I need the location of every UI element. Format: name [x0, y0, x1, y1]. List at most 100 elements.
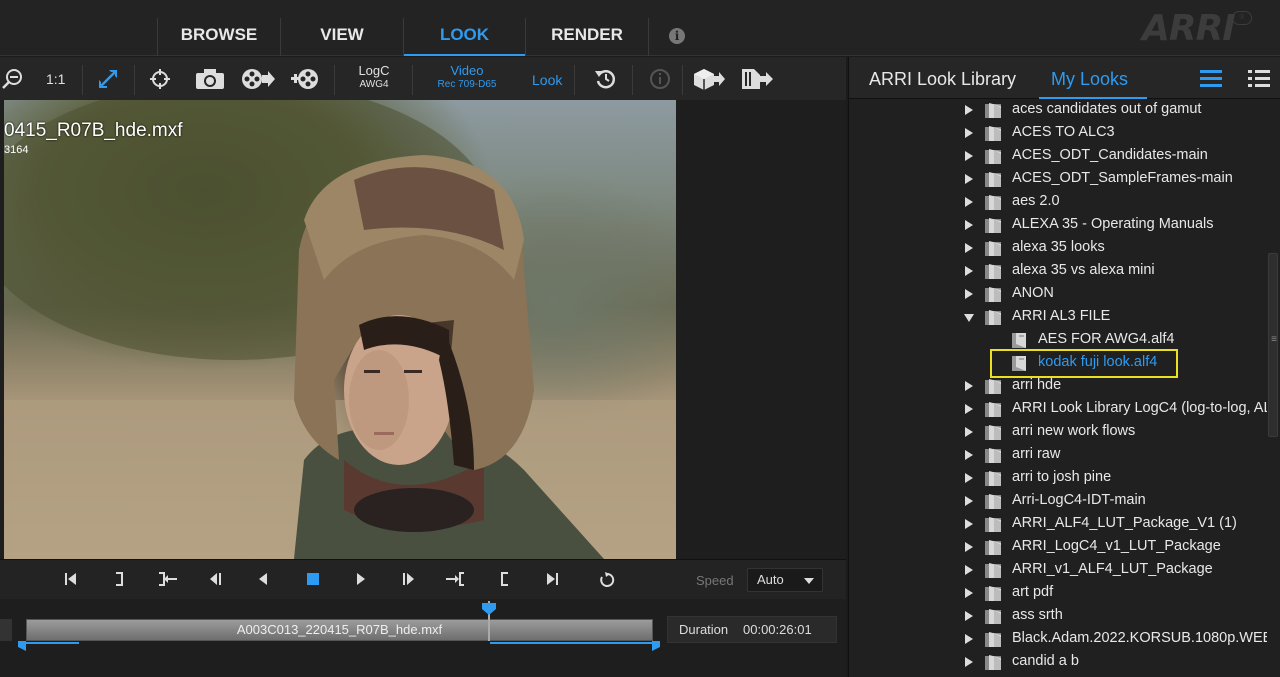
expand-right-icon[interactable]	[965, 197, 973, 207]
folder-icon	[984, 102, 1004, 119]
folder-item[interactable]: alexa 35 looks	[849, 237, 1267, 260]
folder-icon	[984, 608, 1004, 625]
expand-right-icon[interactable]	[965, 565, 973, 575]
mark-in-icon[interactable]	[497, 572, 513, 588]
tab-look[interactable]: LOOK	[404, 0, 525, 56]
tree-view-icon[interactable]	[1200, 70, 1222, 88]
expand-right-icon[interactable]	[965, 174, 973, 184]
step-back-icon[interactable]	[207, 572, 223, 588]
expand-right-icon[interactable]	[965, 496, 973, 506]
reel-export-icon[interactable]	[238, 66, 276, 92]
video-display-button[interactable]: Video Rec 709-D65	[430, 64, 504, 92]
folder-item[interactable]: arri hde	[849, 375, 1267, 398]
info-icon[interactable]: i	[669, 28, 685, 44]
reel-add-icon[interactable]	[290, 66, 324, 92]
tab-view[interactable]: VIEW	[281, 0, 403, 56]
playhead-handle[interactable]	[482, 603, 496, 615]
loop-icon[interactable]	[598, 572, 616, 588]
expand-right-icon[interactable]	[965, 450, 973, 460]
expand-right-icon[interactable]	[965, 381, 973, 391]
go-to-out-icon[interactable]	[158, 572, 178, 588]
tab-my-looks[interactable]: My Looks	[1051, 69, 1128, 90]
folder-item[interactable]: arri to josh pine	[849, 467, 1267, 490]
list-view-icon[interactable]	[1248, 70, 1270, 88]
folder-item[interactable]: ARRI AL3 FILE	[849, 306, 1267, 329]
expand-right-icon[interactable]	[965, 473, 973, 483]
logc-display-button[interactable]: LogC AWG4	[354, 64, 394, 92]
cube-export-icon[interactable]	[692, 66, 726, 92]
play-icon[interactable]	[353, 572, 369, 588]
expand-right-icon[interactable]	[965, 519, 973, 529]
look-toggle-button[interactable]: Look	[532, 73, 562, 87]
tab-arri-look-library[interactable]: ARRI Look Library	[869, 69, 1016, 90]
step-forward-icon[interactable]	[401, 572, 417, 588]
tree-scrollbar[interactable]	[1268, 253, 1279, 437]
tree-item-label: ass srth	[1012, 607, 1063, 623]
expand-right-icon[interactable]	[965, 220, 973, 230]
folder-item[interactable]: ARRI_ALF4_LUT_Package_V1 (1)	[849, 513, 1267, 536]
camera-icon[interactable]	[194, 66, 226, 92]
expand-right-icon[interactable]	[965, 588, 973, 598]
folder-item[interactable]: alexa 35 vs alexa mini	[849, 260, 1267, 283]
toolbar-divider	[574, 65, 575, 95]
folder-item[interactable]: Arri-LogC4-IDT-main	[849, 490, 1267, 513]
folder-item[interactable]: ACES_ODT_SampleFrames-main	[849, 168, 1267, 191]
stop-icon[interactable]	[305, 572, 321, 588]
folder-item[interactable]: candid a b	[849, 651, 1267, 674]
folder-item[interactable]: Black.Adam.2022.KORSUB.1080p.WEBR	[849, 628, 1267, 651]
folder-icon	[984, 378, 1004, 395]
clip-info-icon	[646, 66, 674, 92]
clip-export-icon[interactable]	[740, 66, 774, 92]
transport-bar: Speed Auto	[0, 559, 846, 599]
folder-item[interactable]: arri new work flows	[849, 421, 1267, 444]
expand-down-icon[interactable]	[964, 314, 974, 322]
folder-item[interactable]: ANON	[849, 283, 1267, 306]
folder-item[interactable]: aes 2.0	[849, 191, 1267, 214]
viewer-image-area[interactable]: 0415_R07B_hde.mxf 3164	[0, 100, 846, 559]
speed-dropdown[interactable]: Auto	[747, 568, 823, 592]
out-point-handle[interactable]	[652, 641, 660, 651]
expand-right-icon[interactable]	[965, 128, 973, 138]
go-to-start-icon[interactable]	[63, 572, 79, 588]
folder-item[interactable]: ARRI Look Library LogC4 (log-to-log, AL	[849, 398, 1267, 421]
expand-right-icon[interactable]	[965, 404, 973, 414]
zoom-out-icon[interactable]	[0, 66, 26, 92]
tab-render[interactable]: RENDER	[526, 0, 648, 56]
expand-right-icon[interactable]	[965, 657, 973, 667]
folder-item[interactable]: ARRI_v1_ALF4_LUT_Package	[849, 559, 1267, 582]
play-reverse-icon[interactable]	[255, 572, 271, 588]
expand-right-icon[interactable]	[965, 427, 973, 437]
fit-icon[interactable]	[94, 66, 122, 92]
history-icon[interactable]	[592, 66, 620, 92]
duration-display: Duration 00:00:26:01	[667, 616, 837, 643]
expand-right-icon[interactable]	[965, 289, 973, 299]
expand-right-icon[interactable]	[965, 634, 973, 644]
expand-right-icon[interactable]	[965, 243, 973, 253]
in-point-handle[interactable]	[18, 641, 26, 651]
tab-browse[interactable]: BROWSE	[158, 0, 280, 56]
folder-item[interactable]: aces candidates out of gamut	[849, 99, 1267, 122]
folder-item[interactable]: ACES TO ALC3	[849, 122, 1267, 145]
library-header: ARRI Look Library My Looks	[849, 57, 1280, 99]
timeline-clip-bar[interactable]: A003C013_220415_R07B_hde.mxf	[26, 619, 653, 641]
folder-item[interactable]: ARRI_LogC4_v1_LUT_Package	[849, 536, 1267, 559]
look-file-icon	[1010, 332, 1030, 349]
folder-item[interactable]: ass srth	[849, 605, 1267, 628]
go-to-in-icon[interactable]	[445, 572, 465, 588]
folder-item[interactable]: ALEXA 35 - Operating Manuals	[849, 214, 1267, 237]
go-to-end-icon[interactable]	[544, 572, 560, 588]
timeline[interactable]: A003C013_220415_R07B_hde.mxf Duration 00…	[0, 599, 846, 677]
mark-out-icon[interactable]	[111, 572, 127, 588]
expand-right-icon[interactable]	[965, 542, 973, 552]
zoom-ratio[interactable]: 1:1	[46, 72, 65, 86]
folder-item[interactable]: art pdf	[849, 582, 1267, 605]
crosshair-icon[interactable]	[146, 66, 174, 92]
expand-right-icon[interactable]	[965, 151, 973, 161]
expand-right-icon[interactable]	[965, 105, 973, 115]
logo-badge: ®	[1232, 11, 1252, 25]
expand-right-icon[interactable]	[965, 611, 973, 621]
top-navigation: BROWSE VIEW LOOK RENDER i ARRI ®	[0, 0, 1280, 56]
folder-item[interactable]: ACES_ODT_Candidates-main	[849, 145, 1267, 168]
expand-right-icon[interactable]	[965, 266, 973, 276]
folder-item[interactable]: arri raw	[849, 444, 1267, 467]
